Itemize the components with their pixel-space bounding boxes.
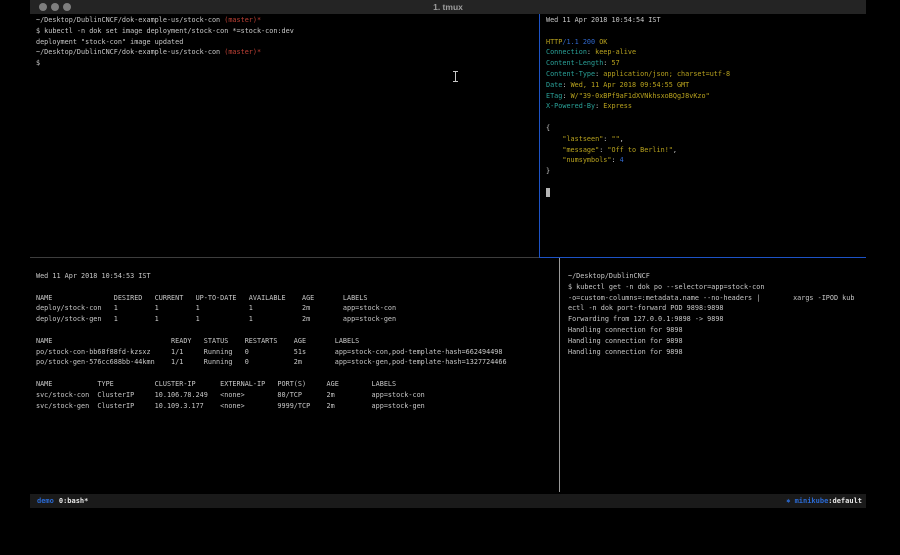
terminal-line: $ kubectl get -n dok po --selector=app=s… [568,282,874,293]
terminal-line: NAME DESIRED CURRENT UP-TO-DATE AVAILABL… [36,293,565,304]
terminal-line: Handling connection for 9898 [568,325,874,336]
terminal-line: deploy/stock-gen 1 1 1 1 2m app=stock-ge… [36,314,565,325]
terminal-line [546,188,872,199]
terminal-cursor [546,188,550,197]
terminal-line: Handling connection for 9898 [568,336,874,347]
terminal-line: Date: Wed, 11 Apr 2018 09:54:55 GMT [546,80,872,91]
terminal-line: deploy/stock-con 1 1 1 1 2m app=stock-co… [36,303,565,314]
pane-bottom-right-port-forward[interactable]: ~/Desktop/DublinCNCF$ kubectl get -n dok… [560,258,874,503]
terminal-line: ectl -n dok port-forward POD 9898:9898 [568,303,874,314]
window-tab[interactable]: 0:bash* [59,497,89,505]
terminal-line: svc/stock-gen ClusterIP 10.109.3.177 <no… [36,401,565,412]
tmux-status-bar: demo 0:bash* ⎈ minikube:default [30,494,866,508]
terminal-line: Content-Length: 57 [546,58,872,69]
terminal-line [36,325,565,336]
pane-divider-bottom-vertical[interactable] [559,258,560,492]
terminal-line: "lastseen": "", [546,134,872,145]
terminal-line: { [546,123,872,134]
terminal-line: Wed 11 Apr 2018 10:54:53 IST [36,271,565,282]
terminal-line: Forwarding from 127.0.0.1:9898 -> 9898 [568,314,874,325]
terminal-window: 1. tmux ~/Desktop/DublinCNCF/dok-example… [30,0,866,508]
terminal-line [546,177,872,188]
terminal-line: Connection: keep-alive [546,47,872,58]
terminal-line: $ [36,58,545,69]
pane-bottom-left-kubectl-resources[interactable]: Wed 11 Apr 2018 10:54:53 IST NAME DESIRE… [30,258,565,503]
terminal-line [546,112,872,123]
pane-divider-horizontal-right-active[interactable] [539,257,866,258]
terminal-line: NAME READY STATUS RESTARTS AGE LABELS [36,336,565,347]
kube-namespace: :default [828,497,862,505]
terminal-line: ~/Desktop/DublinCNCF/dok-example-us/stoc… [36,15,545,26]
terminal-line: ~/Desktop/DublinCNCF/dok-example-us/stoc… [36,47,545,58]
terminal-line [546,26,872,37]
terminal-line: ~/Desktop/DublinCNCF [568,271,874,282]
terminal-line: "numsymbols": 4 [546,155,872,166]
terminal-line: "message": "Off to Berlin!", [546,145,872,156]
window-title: 1. tmux [30,0,866,14]
pane-divider-top-vertical[interactable] [539,14,540,257]
terminal-line: svc/stock-con ClusterIP 10.106.78.249 <n… [36,390,565,401]
terminal-line: Wed 11 Apr 2018 10:54:54 IST [546,15,872,26]
terminal-line: NAME TYPE CLUSTER-IP EXTERNAL-IP PORT(S)… [36,379,565,390]
terminal-line [36,282,565,293]
terminal-line: po/stock-con-bb68f88fd-kzsxz 1/1 Running… [36,347,565,358]
kube-context: minikube [795,497,829,505]
pane-top-right-http-response[interactable]: Wed 11 Apr 2018 10:54:54 IST HTTP/1.1 20… [540,14,872,258]
mouse-ibeam-cursor [453,71,458,82]
terminal-line: } [546,166,872,177]
terminal-line: po/stock-gen-576cc688bb-44kmn 1/1 Runnin… [36,357,565,368]
session-name: demo [37,497,54,505]
terminal-line: $ kubectl -n dok set image deployment/st… [36,26,545,37]
terminal-line: Content-Type: application/json; charset=… [546,69,872,80]
terminal-line: ETag: W/"39-0xBPf9aF1dXVNkhsxoBQgJ8vKzo" [546,91,872,102]
pane-divider-horizontal-left[interactable] [30,257,539,258]
terminal-line: Handling connection for 9898 [568,347,874,358]
desktop-background: 1. tmux ~/Desktop/DublinCNCF/dok-example… [0,0,900,555]
terminal-line: HTTP/1.1 200 OK [546,37,872,48]
pane-top-left-shell[interactable]: ~/Desktop/DublinCNCF/dok-example-us/stoc… [30,14,545,258]
terminal-line: -o=custom-columns=:metadata.name --no-he… [568,293,874,304]
kubernetes-helm-icon: ⎈ [786,497,794,505]
title-bar[interactable]: 1. tmux [30,0,866,14]
terminal-line [36,368,565,379]
status-right: ⎈ minikube:default [786,494,862,508]
terminal-line: X-Powered-By: Express [546,101,872,112]
terminal-line: deployment "stock-con" image updated [36,37,545,48]
